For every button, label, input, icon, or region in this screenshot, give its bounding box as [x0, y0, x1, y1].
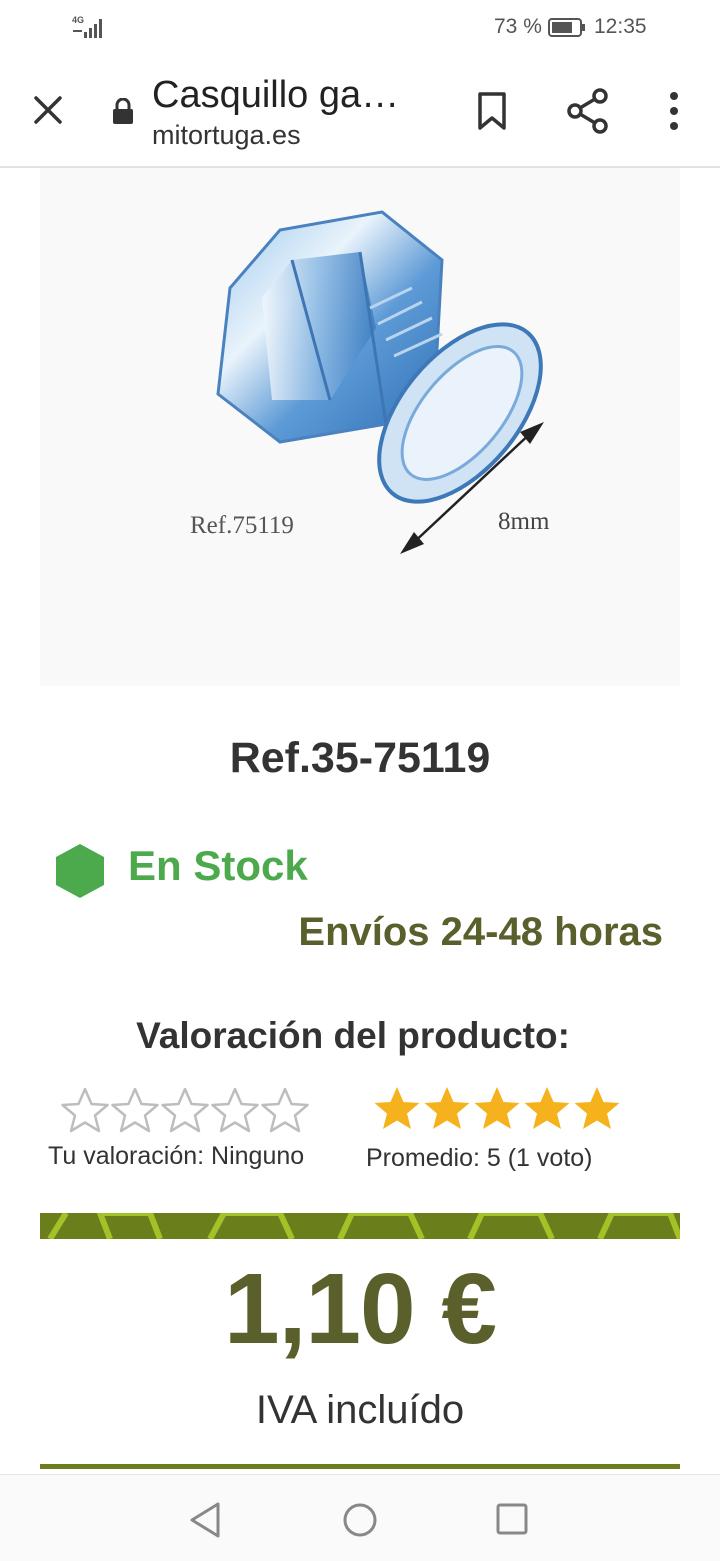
recent-apps-icon[interactable] — [496, 1503, 528, 1535]
user-rating-stars[interactable] — [60, 1086, 310, 1136]
bookmark-icon[interactable] — [474, 90, 510, 132]
user-rating-empty-star-icon[interactable] — [260, 1086, 310, 1136]
product-reference: Ref.35-75119 — [229, 734, 491, 782]
status-bar: 4G 73 % 12:35 — [0, 0, 720, 56]
bushing-illustration — [216, 210, 544, 554]
image-dimension-label: 8mm — [498, 508, 550, 535]
stock-hexagon-icon — [56, 844, 104, 898]
tax-note: IVA incluído — [255, 1388, 465, 1432]
battery-percent: 73 % — [494, 15, 542, 38]
close-icon[interactable] — [28, 90, 68, 130]
battery-icon — [548, 18, 585, 37]
user-rating-empty-star-icon[interactable] — [160, 1086, 210, 1136]
back-icon[interactable] — [188, 1501, 224, 1539]
system-navigation-bar — [0, 1474, 720, 1561]
more-vert-icon[interactable] — [664, 90, 684, 132]
user-rating-text: Tu valoración: Ninguno — [48, 1142, 305, 1170]
signal-icon — [73, 19, 102, 38]
product-image[interactable]: Ref.75119 8mm — [40, 168, 680, 686]
shipping-info: Envíos 24-48 horas — [298, 910, 663, 954]
price-decor-band — [40, 1213, 680, 1239]
user-rating-empty-star-icon[interactable] — [60, 1086, 110, 1136]
average-rating-filled-star-icon — [474, 1087, 520, 1129]
price-divider — [40, 1464, 680, 1469]
rating-title: Valoración del producto: — [136, 1015, 570, 1056]
product-price: 1,10 € — [223, 1253, 497, 1365]
average-rating-filled-star-icon — [574, 1087, 620, 1129]
page-title[interactable]: Casquillo ga… — [152, 74, 399, 117]
average-rating-text: Promedio: 5 (1 voto) — [366, 1144, 593, 1172]
average-rating-filled-star-icon — [524, 1087, 570, 1129]
lock-icon — [113, 98, 133, 124]
stock-status: En Stock — [128, 842, 308, 889]
user-rating-empty-star-icon[interactable] — [210, 1086, 260, 1136]
clock: 12:35 — [594, 15, 647, 38]
home-icon[interactable] — [342, 1502, 378, 1538]
average-rating-filled-star-icon — [374, 1087, 420, 1129]
user-rating-empty-star-icon[interactable] — [110, 1086, 160, 1136]
average-rating-stars — [372, 1084, 622, 1134]
browser-toolbar: Casquillo ga… mitortuga.es — [0, 56, 720, 168]
share-icon[interactable] — [566, 88, 610, 134]
page-url[interactable]: mitortuga.es — [152, 120, 301, 151]
average-rating-filled-star-icon — [424, 1087, 470, 1129]
image-ref-label: Ref.75119 — [190, 512, 294, 539]
